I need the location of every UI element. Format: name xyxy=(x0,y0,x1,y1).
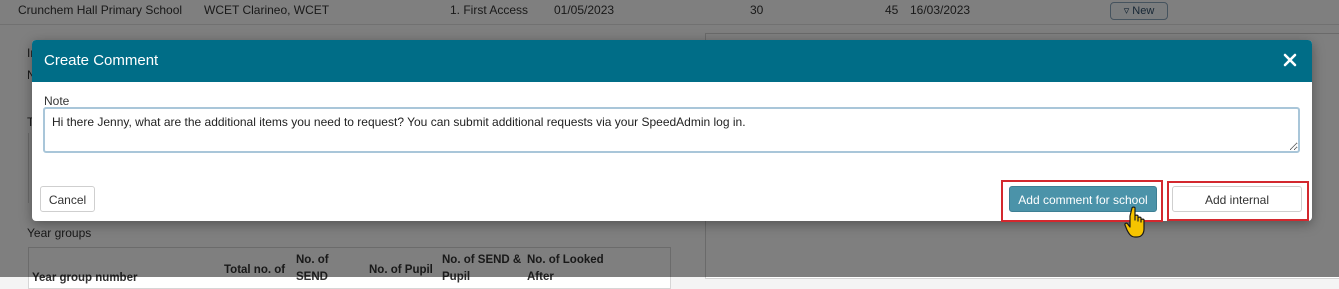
highlight-box xyxy=(1167,181,1309,221)
note-field[interactable]: Hi there Jenny, what are the additional … xyxy=(43,107,1300,153)
dialog-header: Create Comment xyxy=(32,40,1312,82)
hand-pointer-icon xyxy=(1124,206,1150,240)
close-icon[interactable] xyxy=(1280,50,1300,70)
dialog-title: Create Comment xyxy=(44,52,159,69)
cancel-button[interactable]: Cancel xyxy=(40,186,95,212)
note-label: Note xyxy=(44,94,70,108)
